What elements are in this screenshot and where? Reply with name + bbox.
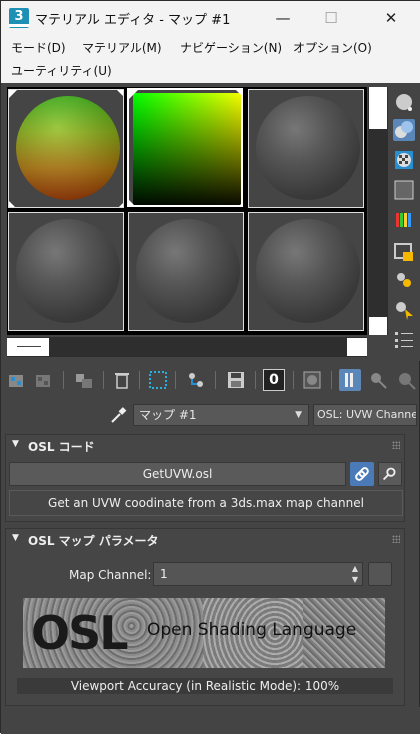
minimize-button[interactable]: — bbox=[271, 6, 295, 30]
collapse-triangle-icon: ▼ bbox=[12, 439, 19, 449]
video-color-check-icon[interactable] bbox=[393, 209, 415, 231]
select-by-material-icon[interactable] bbox=[393, 299, 415, 321]
put-to-scene-icon[interactable] bbox=[33, 369, 55, 391]
grip-icon bbox=[392, 535, 400, 543]
background-checker-icon[interactable] bbox=[393, 149, 415, 171]
backlight-icon[interactable] bbox=[393, 119, 415, 141]
sample-slot-6[interactable] bbox=[248, 212, 364, 331]
scroll-thumb[interactable] bbox=[7, 338, 49, 356]
copy-icon[interactable] bbox=[185, 369, 207, 391]
slots-horizontal-scrollbar[interactable] bbox=[7, 337, 367, 357]
menu-material[interactable]: マテリアル(M) bbox=[82, 39, 162, 56]
menu-utilities[interactable]: ユーティリティ(U) bbox=[11, 62, 112, 79]
app-icon[interactable]: 3 bbox=[9, 8, 29, 28]
close-button[interactable]: ✕ bbox=[379, 6, 403, 30]
osl-logo-image: OSL Open Shading Language bbox=[23, 598, 385, 668]
chevron-down-icon: ▼ bbox=[295, 410, 302, 420]
sphere-preview bbox=[256, 96, 360, 200]
search-icon[interactable] bbox=[378, 462, 402, 486]
scroll-thumb[interactable] bbox=[369, 87, 387, 129]
rollout-header[interactable]: ▼ OSL マップ パラメータ bbox=[6, 529, 406, 551]
scroll-end[interactable] bbox=[369, 317, 387, 335]
rollout-header[interactable]: ▼ OSL コード bbox=[6, 435, 406, 457]
sample-slot-3[interactable] bbox=[248, 89, 364, 208]
menu-bar: モード(D) マテリアル(M) ナビゲーション(N) オプション(O) ユーティ… bbox=[1, 35, 420, 83]
delete-icon[interactable] bbox=[111, 369, 133, 391]
material-editor-window: 3 マテリアル エディタ - マップ #1 — ☐ ✕ モード(D) マテリアル… bbox=[0, 0, 420, 734]
map-type-button[interactable]: OSL: UVW Channel bbox=[313, 404, 417, 426]
sample-type-sphere-icon[interactable] bbox=[393, 91, 415, 113]
make-unique-icon[interactable] bbox=[147, 369, 169, 391]
slot-corner-marks bbox=[9, 90, 123, 207]
menu-options[interactable]: オプション(O) bbox=[293, 39, 372, 56]
go-forward-to-sibling-icon[interactable] bbox=[395, 369, 417, 391]
material-map-navigator-icon[interactable] bbox=[393, 329, 415, 351]
eyedropper-icon[interactable] bbox=[109, 405, 129, 425]
map-channel-spinner[interactable]: 1 ▲ ▼ bbox=[153, 562, 363, 586]
options-icon[interactable] bbox=[393, 269, 415, 291]
viewport-accuracy-label: Viewport Accuracy (in Realistic Mode): 1… bbox=[17, 678, 393, 694]
title-bar[interactable]: 3 マテリアル エディタ - マップ #1 — ☐ ✕ bbox=[1, 1, 420, 35]
go-to-parent-icon[interactable] bbox=[367, 369, 389, 391]
sphere-preview bbox=[256, 219, 360, 323]
sample-slot-1[interactable] bbox=[8, 89, 124, 208]
make-preview-icon[interactable] bbox=[393, 241, 415, 263]
get-material-icon[interactable] bbox=[7, 369, 29, 391]
menu-mode[interactable]: モード(D) bbox=[11, 39, 66, 56]
osl-description: Get an UVW coodinate from a 3ds.max map … bbox=[9, 490, 403, 516]
slots-vertical-scrollbar[interactable] bbox=[368, 87, 388, 335]
sample-slot-5[interactable] bbox=[128, 212, 244, 331]
map-channel-label: Map Channel: bbox=[69, 568, 152, 582]
slot-corner-marks bbox=[129, 90, 241, 205]
osl-logo-text: OSL bbox=[31, 606, 129, 660]
sphere-preview bbox=[16, 219, 120, 323]
maximize-button[interactable]: ☐ bbox=[319, 6, 343, 30]
menu-navigation[interactable]: ナビゲーション(N) bbox=[180, 39, 282, 56]
assign-to-selection-icon[interactable] bbox=[73, 369, 95, 391]
sample-slot-4[interactable] bbox=[8, 212, 124, 331]
sphere-preview bbox=[136, 219, 240, 323]
map-channel-map-button[interactable] bbox=[368, 562, 392, 586]
link-icon[interactable] bbox=[350, 462, 374, 486]
osl-logo-tagline: Open Shading Language bbox=[147, 620, 357, 640]
osl-file-button[interactable]: GetUVW.osl bbox=[9, 462, 346, 486]
sample-slot-2[interactable] bbox=[127, 88, 243, 207]
window-title: マテリアル エディタ - マップ #1 bbox=[35, 13, 231, 28]
spinner-arrows-icon[interactable]: ▲ ▼ bbox=[352, 563, 358, 585]
grip-icon bbox=[392, 441, 400, 449]
show-map-in-viewport-icon[interactable] bbox=[301, 369, 323, 391]
sample-uv-tiling-icon[interactable] bbox=[393, 179, 415, 201]
collapse-triangle-icon: ▼ bbox=[12, 533, 19, 543]
scroll-end[interactable] bbox=[347, 338, 367, 356]
material-id-channel-icon[interactable]: 0 bbox=[263, 369, 285, 391]
save-to-library-icon[interactable] bbox=[225, 369, 247, 391]
show-end-result-icon[interactable] bbox=[339, 369, 361, 391]
map-name-field[interactable]: マップ #1 ▼ bbox=[133, 404, 309, 426]
sample-slots-grid bbox=[7, 87, 367, 335]
